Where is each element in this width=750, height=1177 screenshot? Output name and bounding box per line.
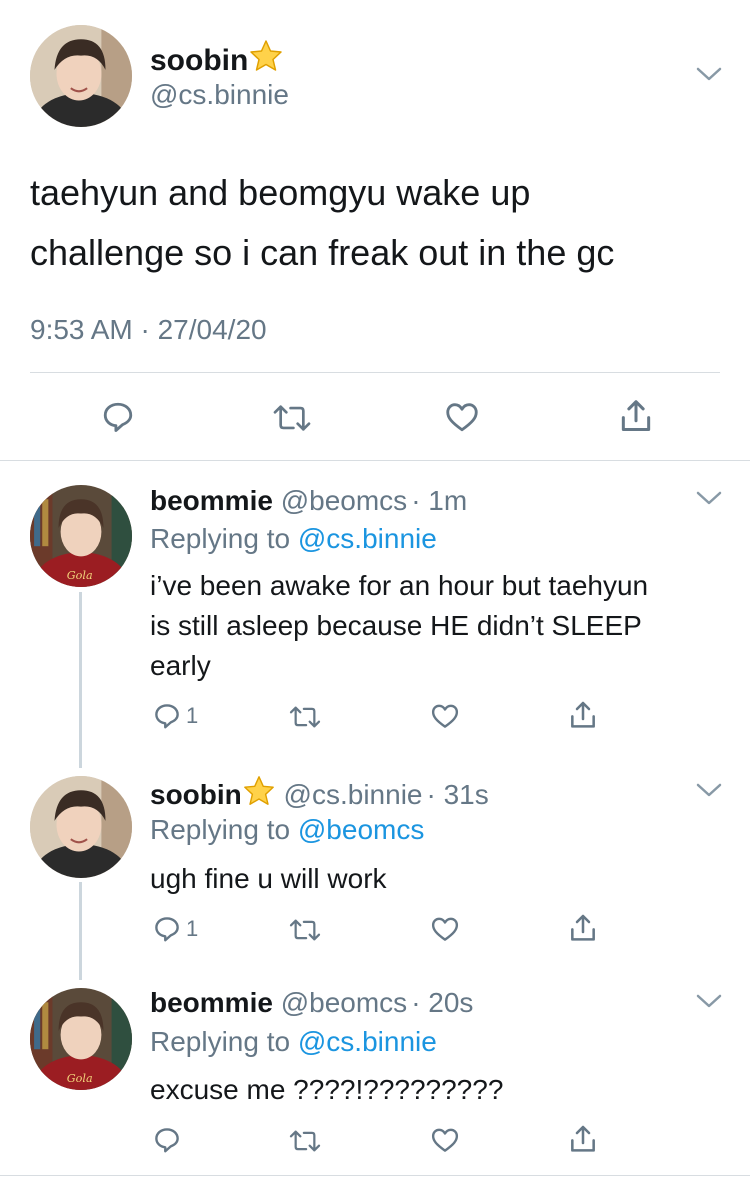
reply-button[interactable] [100, 399, 136, 435]
reply-text-line: early [150, 650, 211, 681]
like-button[interactable] [429, 1125, 461, 1155]
reply-text-line: is still asleep because HE didn’t SLEEP [150, 610, 642, 641]
retweet-icon [289, 1130, 321, 1152]
replying-to: Replying to @beomcs [150, 813, 424, 847]
replying-to: Replying to @cs.binnie [150, 522, 437, 556]
share-button[interactable] [567, 912, 599, 944]
chevron-down-icon[interactable] [695, 64, 723, 84]
reply-handle[interactable]: @beomcs [281, 987, 407, 1018]
like-button[interactable] [443, 399, 481, 435]
avatar-soobin-image [30, 25, 132, 127]
retweet-button[interactable] [288, 1127, 322, 1155]
replying-to-label: Replying to [150, 1026, 291, 1057]
share-icon [571, 1125, 595, 1152]
like-icon [431, 1128, 459, 1152]
avatar-soobin-image [30, 776, 132, 878]
main-tweet-text: taehyun and beomgyu wake up challenge so… [30, 163, 730, 283]
reply-time[interactable]: · 1m [411, 485, 467, 516]
avatar-beommie-image: Gola [30, 988, 132, 1090]
like-icon [431, 917, 459, 941]
divider [30, 372, 720, 373]
star-emoji-icon [248, 38, 284, 83]
reply-icon [155, 917, 179, 942]
reply-handle[interactable]: @beomcs [281, 485, 407, 516]
reply-icon [155, 1128, 179, 1153]
chevron-down-icon[interactable] [695, 991, 723, 1011]
reply-icon [103, 402, 133, 432]
reply-header: beommie @beomcs · 20s [150, 986, 473, 1020]
replying-to: Replying to @cs.binnie [150, 1025, 437, 1059]
share-icon [571, 701, 595, 728]
share-button[interactable] [567, 1123, 599, 1155]
like-button[interactable] [429, 701, 461, 731]
reply-text-line: excuse me ????!????????? [150, 1074, 504, 1105]
reply-display-name[interactable]: beommie [150, 485, 273, 516]
reply-text-line: ugh fine u will work [150, 863, 387, 894]
retweet-icon [289, 706, 321, 728]
divider [0, 1175, 750, 1176]
share-button[interactable] [617, 397, 655, 435]
main-tweet-text-line: challenge so i can freak out in the gc [30, 232, 615, 273]
thread-line [79, 882, 82, 980]
avatar-badge-text: Gola [67, 1072, 93, 1085]
like-icon [431, 704, 459, 728]
share-icon [571, 914, 595, 941]
reply-time[interactable]: · 20s [411, 987, 473, 1018]
reply-button[interactable]: 1 [152, 914, 198, 944]
share-icon [621, 400, 651, 431]
chevron-down-icon[interactable] [695, 488, 723, 508]
retweet-icon [289, 919, 321, 941]
reply-header: beommie @beomcs · 1m [150, 484, 467, 518]
reply-text: ugh fine u will work [150, 859, 730, 899]
main-tweet-timestamp[interactable]: 9:53 AM · 27/04/20 [30, 313, 267, 347]
reply-handle[interactable]: @cs.binnie [284, 779, 423, 810]
avatar-beommie-image: Gola [30, 485, 132, 587]
reply-icon [155, 704, 179, 729]
reply-text-line: i’ve been awake for an hour but taehyun [150, 570, 649, 601]
retweet-button[interactable] [288, 916, 322, 944]
chevron-down-icon[interactable] [695, 780, 723, 800]
replying-to-label: Replying to [150, 814, 291, 845]
main-tweet-handle[interactable]: @cs.binnie [150, 78, 289, 112]
reply-text: excuse me ????!????????? [150, 1070, 730, 1110]
reply-button[interactable]: 1 [152, 701, 198, 731]
avatar-soobin[interactable] [30, 776, 132, 878]
reply-display-name[interactable]: soobin [150, 779, 242, 810]
share-button[interactable] [567, 699, 599, 731]
reply-text: i’ve been awake for an hour but taehyun … [150, 566, 730, 686]
reply-header: soobin @cs.binnie · 31s [150, 774, 489, 816]
reply-time[interactable]: · 31s [426, 779, 488, 810]
reply-count: 1 [186, 916, 199, 941]
retweet-button[interactable] [288, 703, 322, 731]
like-button[interactable] [429, 914, 461, 944]
divider [0, 460, 750, 461]
star-emoji-icon [242, 774, 276, 816]
avatar-beommie[interactable]: Gola [30, 988, 132, 1090]
reply-count: 1 [186, 703, 199, 728]
replying-to-link[interactable]: @cs.binnie [298, 523, 437, 554]
reply-button[interactable] [152, 1125, 186, 1155]
retweet-icon [273, 405, 311, 431]
avatar-badge-text: Gola [67, 569, 93, 582]
retweet-button[interactable] [272, 401, 312, 435]
replying-to-link[interactable]: @beomcs [298, 814, 424, 845]
thread-line [79, 592, 82, 768]
like-icon [446, 403, 478, 432]
avatar-beommie[interactable]: Gola [30, 485, 132, 587]
avatar-soobin[interactable] [30, 25, 132, 127]
reply-display-name[interactable]: beommie [150, 987, 273, 1018]
main-tweet-display-name[interactable]: soobin [150, 44, 248, 77]
replying-to-label: Replying to [150, 523, 291, 554]
replying-to-link[interactable]: @cs.binnie [298, 1026, 437, 1057]
main-tweet-text-line: taehyun and beomgyu wake up [30, 172, 531, 213]
